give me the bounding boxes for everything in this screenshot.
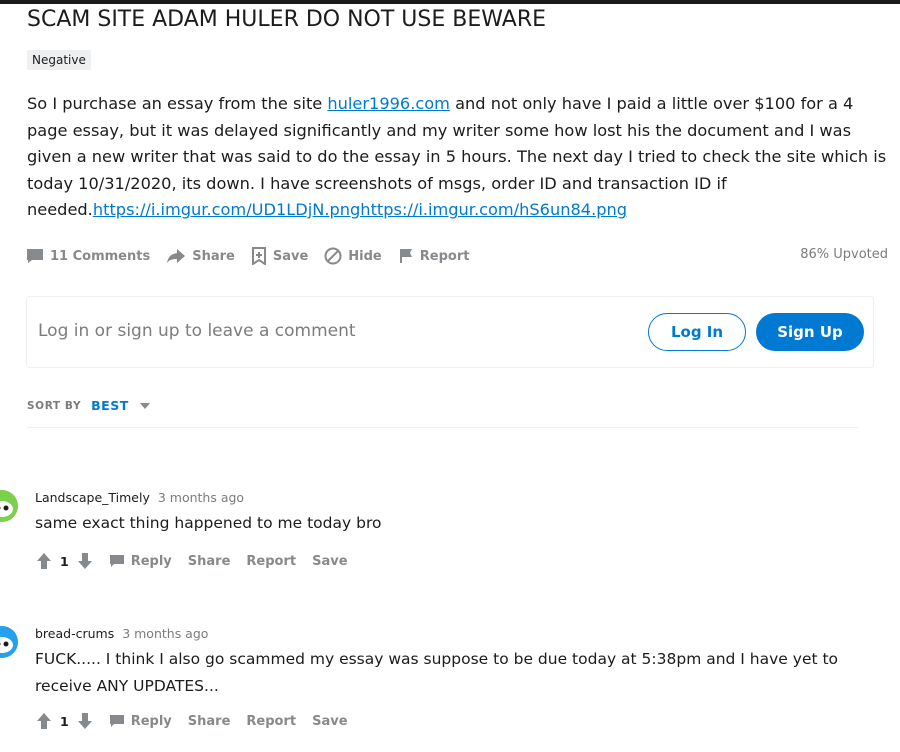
sort-value: BEST bbox=[91, 398, 129, 413]
save-label: Save bbox=[272, 248, 309, 264]
post-title: SCAM SITE ADAM HULER DO NOT USE BEWARE bbox=[27, 7, 547, 32]
save-button[interactable]: Save bbox=[251, 247, 308, 265]
avatar-icon[interactable] bbox=[0, 490, 18, 522]
report-button[interactable]: Report bbox=[398, 248, 470, 264]
comment-actions: 1 Reply Share Report Save bbox=[36, 712, 348, 730]
post-body-text-1: So I purchase an essay from the site bbox=[27, 94, 328, 113]
comment-author[interactable]: bread-crums bbox=[35, 626, 114, 641]
comment-text: FUCK..... I think I also go scammed my e… bbox=[35, 650, 839, 695]
comments-button[interactable]: 11 Comments bbox=[26, 248, 150, 264]
upvote-arrow-icon[interactable] bbox=[36, 712, 52, 730]
sort-dropdown[interactable]: SORT BY BEST bbox=[27, 398, 151, 413]
post-body: So I purchase an essay from the site hul… bbox=[27, 91, 897, 224]
hide-label: Hide bbox=[348, 248, 382, 264]
comment-login-box: Log in or sign up to leave a comment Log… bbox=[26, 296, 874, 368]
comment-icon bbox=[109, 555, 124, 567]
site-link[interactable]: huler1996.com bbox=[327, 94, 450, 113]
share-label: Share bbox=[192, 248, 235, 264]
upvote-ratio: 86% Upvoted bbox=[800, 247, 888, 262]
login-button[interactable]: Log In bbox=[648, 313, 746, 351]
comment-meta: bread-crums 3 months ago bbox=[35, 626, 208, 641]
comment-text: same exact thing happened to me today br… bbox=[35, 514, 382, 532]
share-button[interactable]: Share bbox=[188, 714, 231, 729]
comment-actions: 1 Reply Share Report Save bbox=[36, 552, 348, 570]
comment-icon bbox=[109, 715, 124, 727]
bookmark-icon bbox=[251, 247, 266, 265]
comment-meta: Landscape_Timely 3 months ago bbox=[35, 490, 244, 505]
save-button[interactable]: Save bbox=[312, 554, 347, 569]
comment-time[interactable]: 3 months ago bbox=[158, 490, 244, 505]
post-actions: 11 Comments Share Save Hide Report bbox=[26, 243, 485, 269]
vote-controls: 1 bbox=[36, 552, 93, 570]
caret-down-icon bbox=[139, 402, 150, 409]
report-button[interactable]: Report bbox=[246, 714, 296, 729]
top-bar bbox=[0, 0, 900, 4]
comments-label: 11 Comments bbox=[50, 248, 151, 264]
share-button[interactable]: Share bbox=[166, 248, 235, 264]
comment-icon bbox=[27, 249, 43, 263]
image-links[interactable]: https://i.imgur.com/UD1LDjN.pnghttps://i… bbox=[93, 200, 627, 219]
vote-controls: 1 bbox=[36, 712, 93, 730]
downvote-arrow-icon[interactable] bbox=[77, 552, 93, 570]
report-button[interactable]: Report bbox=[246, 554, 296, 569]
save-button[interactable]: Save bbox=[312, 714, 347, 729]
reply-button[interactable]: Reply bbox=[109, 714, 172, 729]
reply-button[interactable]: Reply bbox=[109, 554, 172, 569]
flag-icon bbox=[399, 249, 412, 263]
divider bbox=[27, 427, 858, 428]
hide-icon bbox=[324, 247, 342, 265]
share-button[interactable]: Share bbox=[188, 554, 231, 569]
upvote-arrow-icon[interactable] bbox=[36, 552, 52, 570]
comment-time[interactable]: 3 months ago bbox=[122, 626, 208, 641]
downvote-arrow-icon[interactable] bbox=[77, 712, 93, 730]
signup-button[interactable]: Sign Up bbox=[756, 313, 864, 351]
sort-label: SORT BY bbox=[27, 399, 82, 412]
report-label: Report bbox=[419, 248, 470, 264]
vote-count: 1 bbox=[60, 713, 69, 729]
comment-prompt: Log in or sign up to leave a comment bbox=[38, 321, 356, 341]
share-icon bbox=[167, 249, 186, 263]
post-flair[interactable]: Negative bbox=[27, 50, 91, 70]
comment-author[interactable]: Landscape_Timely bbox=[35, 490, 150, 505]
reply-label: Reply bbox=[130, 553, 172, 569]
vote-count: 1 bbox=[60, 553, 69, 569]
reply-label: Reply bbox=[130, 713, 172, 729]
avatar-icon[interactable] bbox=[0, 626, 18, 658]
hide-button[interactable]: Hide bbox=[324, 247, 382, 265]
